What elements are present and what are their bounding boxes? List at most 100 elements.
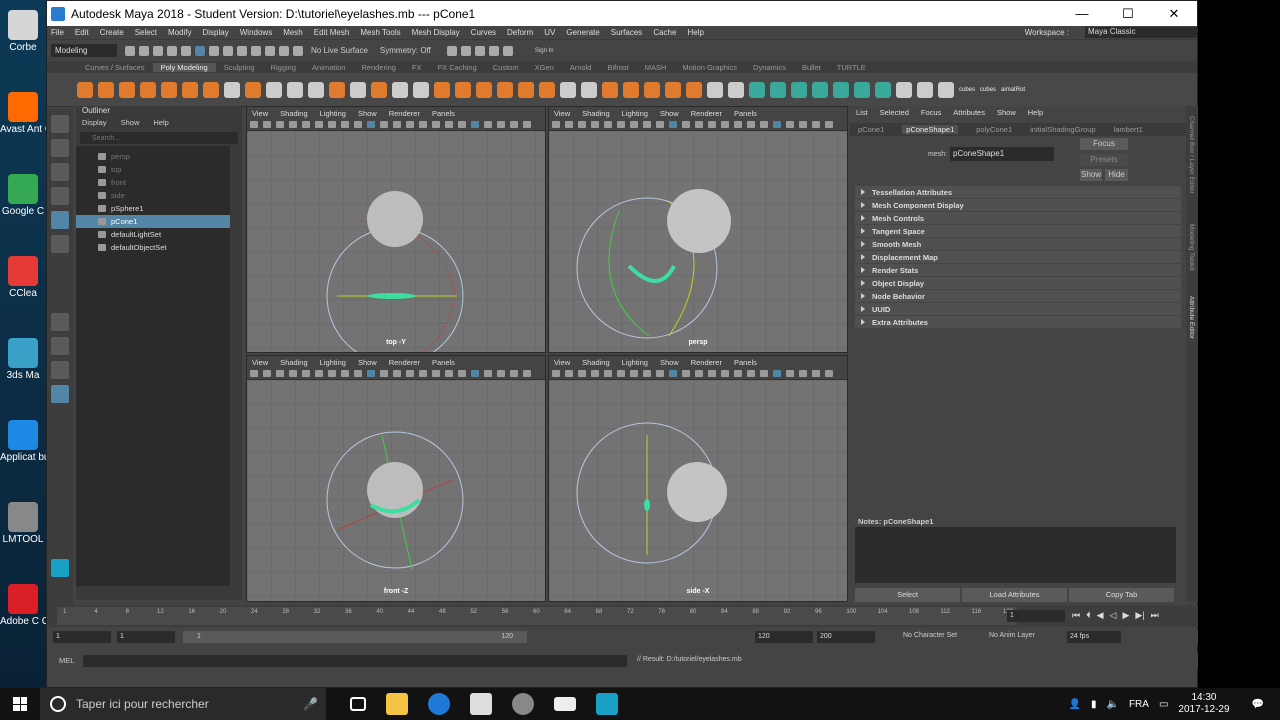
viewport-toolbar-icon[interactable]: [630, 370, 638, 377]
shelf-script-label[interactable]: cubes: [980, 87, 996, 93]
viewport-toolbar-icon[interactable]: [786, 370, 794, 377]
anim-end-field[interactable]: 200: [817, 631, 875, 643]
shelf-tool-icon[interactable]: [329, 81, 345, 98]
timeline-track[interactable]: 1 4 8 12 16 20 24 28 32 36 40 44 48 52 56 60 64 68 72 76 80 8…: [57, 607, 1017, 625]
shelf-tool-icon[interactable]: [350, 81, 366, 98]
shelf-tool-icon[interactable]: [728, 81, 744, 98]
paint-select-tool-icon[interactable]: [51, 163, 69, 181]
shelf-tool-icon[interactable]: [119, 81, 135, 98]
viewport-menu-view[interactable]: View: [252, 358, 268, 367]
outliner-item[interactable]: pSphere1: [76, 202, 230, 215]
viewport-toolbar-icon[interactable]: [552, 121, 560, 128]
viewport-toolbar-icon[interactable]: [708, 121, 716, 128]
viewport-toolbar-icon[interactable]: [315, 121, 323, 128]
shelf-tool-icon[interactable]: [539, 81, 555, 98]
viewport-menu-renderer[interactable]: Renderer: [389, 109, 420, 118]
move-tool-icon[interactable]: [51, 187, 69, 205]
viewport-toolbar-icon[interactable]: [523, 370, 531, 377]
shelf-tab[interactable]: FX Caching: [430, 63, 485, 72]
desktop-icon[interactable]: CClea: [0, 256, 46, 299]
viewport-toolbar-icon[interactable]: [484, 370, 492, 377]
outliner-layout-icon[interactable]: [51, 385, 69, 403]
viewport-toolbar-icon[interactable]: [458, 121, 466, 128]
clock[interactable]: 14:30 2017-12-29: [1178, 692, 1229, 716]
desktop-icon[interactable]: Google C: [0, 174, 46, 217]
viewport-toolbar-icon[interactable]: [341, 121, 349, 128]
viewport-toolbar-icon[interactable]: [747, 121, 755, 128]
select-tool-icon[interactable]: [51, 115, 69, 133]
attr-menu-focus[interactable]: Focus: [921, 108, 941, 117]
viewport-toolbar-icon[interactable]: [786, 121, 794, 128]
viewport-menu-view[interactable]: View: [252, 109, 268, 118]
attr-tab[interactable]: lambert1: [1114, 125, 1143, 134]
snap-view-icon[interactable]: [279, 45, 289, 56]
shelf-tab[interactable]: XGen: [527, 63, 562, 72]
shelf-script-label[interactable]: aimatRot: [1001, 87, 1025, 93]
viewport-menu-panels[interactable]: Panels: [734, 109, 757, 118]
desktop-icon[interactable]: Avast Ant Grat: [0, 92, 46, 135]
shelf-tool-icon[interactable]: [644, 81, 660, 98]
viewport-toolbar-icon[interactable]: [799, 121, 807, 128]
viewport-toolbar-icon[interactable]: [367, 121, 375, 128]
outliner-item[interactable]: side: [76, 189, 230, 202]
shelf-tool-icon[interactable]: [749, 81, 765, 98]
viewport-toolbar-icon[interactable]: [276, 121, 284, 128]
viewport-menu-view[interactable]: View: [554, 109, 570, 118]
viewport-toolbar-icon[interactable]: [328, 370, 336, 377]
outliner-menu-display[interactable]: Display: [82, 118, 107, 130]
shelf-tool-icon[interactable]: [182, 81, 198, 98]
rotate-tool-icon[interactable]: [51, 211, 69, 229]
shelf-tab[interactable]: MASH: [637, 63, 675, 72]
attr-tab[interactable]: pConeShape1: [902, 125, 959, 134]
viewport-menu-lighting[interactable]: Lighting: [622, 109, 648, 118]
menu-cache[interactable]: Cache: [653, 28, 676, 37]
attr-section[interactable]: Smooth Mesh: [855, 238, 1181, 250]
mesh-name-field[interactable]: pConeShape1: [950, 147, 1054, 161]
pause-icon[interactable]: [502, 45, 513, 56]
save-scene-icon[interactable]: [153, 45, 163, 56]
current-frame-field[interactable]: 1: [1007, 610, 1065, 622]
desktop-icon[interactable]: Corbe: [0, 10, 46, 53]
attr-tab[interactable]: initialShadingGroup: [1030, 125, 1095, 134]
menu-edit[interactable]: Edit: [75, 28, 89, 37]
notes-textarea[interactable]: [855, 527, 1176, 583]
outliner-menu-show[interactable]: Show: [121, 118, 140, 130]
minimize-button[interactable]: —: [1059, 6, 1105, 22]
redo-icon[interactable]: [181, 45, 191, 56]
desktop-icon[interactable]: Applicat bureau A: [0, 420, 46, 463]
single-view-icon[interactable]: [51, 313, 69, 331]
command-language[interactable]: MEL: [59, 656, 74, 665]
render-icon[interactable]: [446, 45, 457, 56]
viewport-toolbar-icon[interactable]: [367, 370, 375, 377]
shelf-tab[interactable]: Curves / Surfaces: [77, 63, 153, 72]
attr-menu-attributes[interactable]: Attributes: [953, 108, 985, 117]
viewport-toolbar-icon[interactable]: [747, 370, 755, 377]
attr-section[interactable]: Object Display: [855, 277, 1181, 289]
viewport-toolbar-icon[interactable]: [289, 121, 297, 128]
viewport-toolbar-icon[interactable]: [656, 370, 664, 377]
viewport-toolbar-icon[interactable]: [419, 370, 427, 377]
viewport-toolbar-icon[interactable]: [760, 121, 768, 128]
viewport-menu-renderer[interactable]: Renderer: [691, 358, 722, 367]
shelf-tab[interactable]: Bifrost: [599, 63, 636, 72]
viewport-toolbar-icon[interactable]: [565, 370, 573, 377]
viewport-toolbar-icon[interactable]: [591, 121, 599, 128]
sign-in-label[interactable]: Sign In: [535, 48, 554, 54]
menu-uv[interactable]: UV: [544, 28, 555, 37]
playback-end-field[interactable]: 120: [755, 631, 813, 643]
maya-taskbar-icon[interactable]: [596, 693, 618, 715]
viewport-persp[interactable]: persp View Shading Lighting Show Renderer Pan…: [548, 106, 848, 353]
magnet-icon[interactable]: [293, 45, 303, 56]
menu-curves[interactable]: Curves: [471, 28, 496, 37]
menu-mesh[interactable]: Mesh: [283, 28, 303, 37]
viewport-toolbar-icon[interactable]: [497, 121, 505, 128]
attr-tab[interactable]: polyCone1: [976, 125, 1012, 134]
viewport-toolbar-icon[interactable]: [721, 370, 729, 377]
attr-menu-help[interactable]: Help: [1028, 108, 1043, 117]
shelf-tool-icon[interactable]: [455, 81, 471, 98]
shelf-tool-icon[interactable]: [707, 81, 723, 98]
viewport-toolbar-icon[interactable]: [380, 121, 388, 128]
viewport-toolbar-icon[interactable]: [250, 121, 258, 128]
attr-section[interactable]: Extra Attributes: [855, 316, 1181, 328]
viewport-toolbar-icon[interactable]: [617, 370, 625, 377]
